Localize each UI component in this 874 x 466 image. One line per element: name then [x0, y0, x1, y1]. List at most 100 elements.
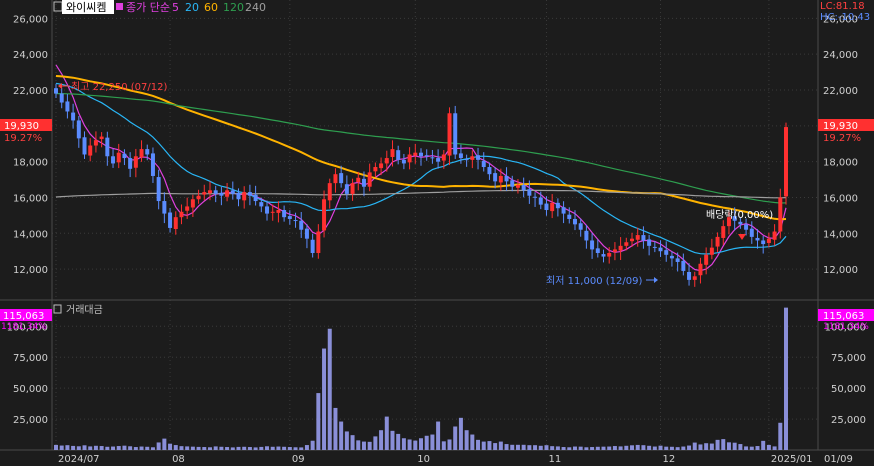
candle-body: [658, 247, 663, 252]
volume-bar: [259, 446, 264, 450]
volume-bar: [242, 446, 247, 450]
volume-bar: [82, 445, 87, 450]
volume-bar: [333, 407, 338, 450]
candle-body: [521, 184, 526, 191]
volume-bar: [93, 445, 98, 450]
candle-body: [202, 192, 207, 195]
stock-chart[interactable]: 12,000 12,000 14,000 14,000 16,000 16,000 18,0…: [0, 0, 874, 466]
candle-body: [105, 137, 110, 157]
volume-bar: [658, 445, 663, 450]
volume-change-left: 1181.34%: [1, 322, 47, 332]
candle-body: [458, 153, 463, 159]
candle-body: [436, 158, 441, 162]
volume-bar: [726, 442, 731, 450]
ma-legend-120: 120: [223, 1, 244, 14]
candle-body: [99, 136, 104, 140]
candle-body: [669, 255, 674, 259]
volume-bar: [704, 443, 709, 450]
candle-body: [367, 172, 372, 187]
candle-body: [709, 247, 714, 255]
candle-body: [116, 152, 121, 163]
candle-body: [510, 180, 515, 187]
candle-body: [299, 220, 304, 230]
price-tick-left: 12,000: [13, 265, 48, 276]
candle-body: [71, 112, 76, 121]
volume-bar: [544, 445, 549, 450]
time-tick-label: 10: [417, 454, 430, 465]
volume-bar: [430, 434, 435, 450]
candle-body: [595, 248, 600, 254]
volume-bar: [230, 447, 235, 450]
time-tick-label: 2025/01: [771, 454, 813, 465]
price-tick-left: 26,000: [13, 14, 48, 25]
volume-bar: [635, 444, 640, 450]
candle-body: [498, 175, 503, 183]
dividend-annotation-label: 배당락(0.00%): [706, 209, 773, 221]
volume-bar: [698, 444, 703, 450]
candle-body: [282, 210, 287, 218]
candle-body: [173, 217, 178, 230]
volume-bar: [190, 446, 195, 450]
candle-body: [578, 223, 583, 230]
candle-body: [196, 195, 201, 200]
volume-bar: [493, 443, 498, 450]
candle-body: [162, 201, 167, 214]
volume-bar: [270, 446, 275, 450]
ma-legend-icon: [116, 3, 123, 10]
candle-body: [407, 154, 412, 163]
volume-bar: [487, 441, 492, 450]
volume-bar: [247, 447, 252, 450]
volume-bar: [669, 446, 674, 450]
candle-body: [150, 153, 155, 176]
candle-body: [704, 254, 709, 265]
volume-bar: [54, 444, 58, 450]
volume-bar: [265, 446, 270, 450]
candle-body: [88, 145, 93, 156]
volume-bar: [533, 445, 538, 450]
volume-bar: [139, 446, 144, 450]
candle-body: [470, 156, 475, 160]
volume-bar: [527, 445, 532, 450]
volume-bar: [367, 441, 372, 450]
candle-body: [533, 196, 538, 198]
low-annotation: 최저 11,000 (12/09): [546, 275, 658, 287]
volume-bar: [709, 443, 714, 450]
volume-bar: [207, 447, 212, 450]
candle-body: [561, 207, 566, 214]
ma-legend-60: 60: [204, 1, 218, 14]
volume-bar: [168, 443, 173, 450]
candle-body: [772, 231, 777, 240]
candle-body: [715, 236, 720, 247]
candle-body: [544, 203, 549, 211]
candle-body: [270, 211, 275, 213]
candle-body: [390, 149, 395, 157]
volume-bar: [401, 438, 406, 450]
volume-bar: [652, 446, 657, 450]
candle-body: [361, 178, 366, 187]
ticker-name: 와이씨켐: [66, 1, 106, 14]
candle-body: [93, 140, 98, 146]
candle-body: [356, 177, 361, 183]
price-tick-right: 18,000: [823, 158, 858, 169]
volume-bar: [361, 441, 366, 450]
volume-badge-left-value: 115,063: [3, 311, 44, 322]
candle-body: [778, 197, 783, 232]
time-tick-label: 01/09: [824, 454, 853, 465]
volume-bar: [561, 447, 566, 450]
lc-label: LC:81.18: [820, 1, 865, 12]
volume-bar: [453, 426, 458, 450]
candle-body: [179, 211, 184, 218]
candle-body: [698, 263, 703, 276]
volume-badge-right-value: 115,063: [823, 311, 864, 322]
candle-body: [601, 254, 606, 257]
candle-body: [333, 174, 338, 184]
volume-bar: [721, 439, 726, 450]
candle-body: [384, 158, 389, 164]
volume-bar: [322, 348, 327, 450]
volume-bar: [555, 446, 560, 450]
candle-body: [652, 246, 657, 248]
candle-body: [692, 276, 697, 280]
volume-tick-right: 75,000: [831, 353, 866, 364]
candle-body: [441, 154, 446, 161]
candle-body: [339, 173, 344, 184]
